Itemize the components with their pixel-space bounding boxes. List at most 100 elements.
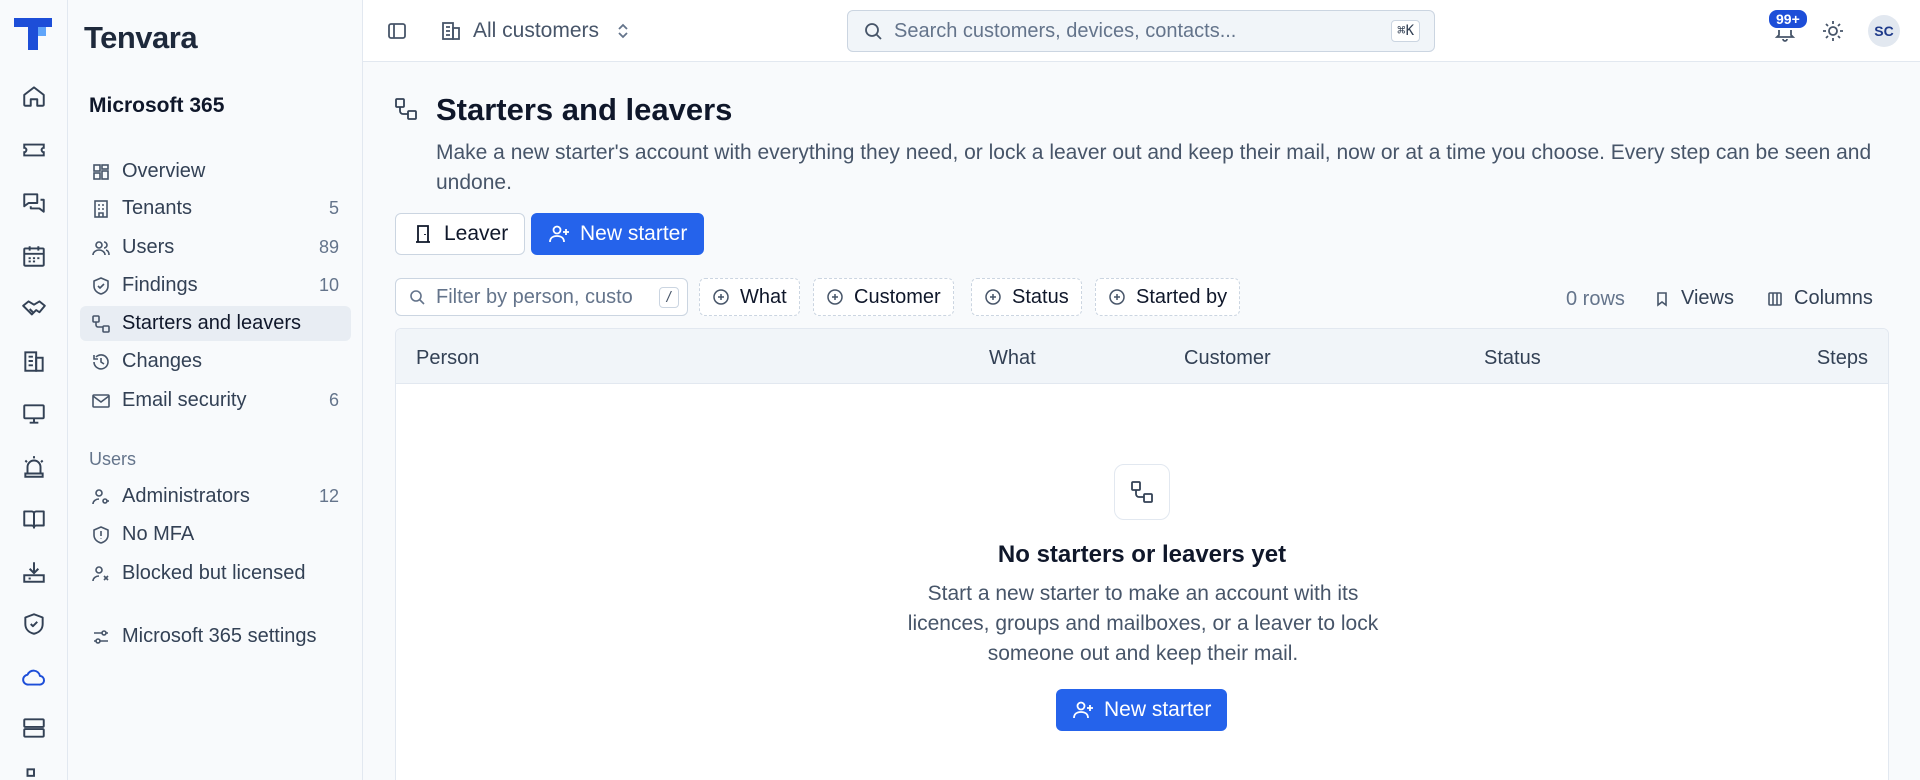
home-icon[interactable] — [18, 80, 50, 112]
sidebar-item-starters-and-leavers[interactable]: Starters and leavers — [80, 306, 351, 341]
building-icon — [90, 198, 112, 220]
search-placeholder: Search customers, devices, contacts... — [894, 19, 1237, 42]
ticket-icon[interactable] — [18, 134, 50, 166]
sidebar-title: Microsoft 365 — [89, 94, 225, 117]
filter-chip-status[interactable]: Status — [971, 278, 1082, 316]
columns-button[interactable]: Columns — [1766, 287, 1873, 310]
handshake-icon[interactable] — [18, 293, 50, 325]
row-count: 0 rows — [1566, 288, 1625, 310]
filter-chip-what[interactable]: What — [699, 278, 800, 316]
shield-check-icon — [90, 275, 112, 297]
grid-icon — [90, 161, 112, 183]
more-icon[interactable] — [18, 762, 50, 780]
shield-alert-icon — [90, 524, 112, 546]
filter-shortcut: / — [659, 286, 679, 308]
filter-chip-label: Started by — [1136, 285, 1228, 308]
route-icon — [1114, 464, 1170, 520]
sidebar-item-label: Email security — [122, 389, 247, 411]
user-avatar[interactable]: SC — [1868, 15, 1900, 47]
shield-check-icon[interactable] — [18, 608, 50, 640]
theme-toggle-icon[interactable] — [1821, 19, 1845, 43]
download-tray-icon[interactable] — [18, 556, 50, 588]
search-icon — [862, 20, 884, 42]
leaver-button[interactable]: Leaver — [395, 213, 526, 255]
sidebar-item-label: Users — [122, 236, 175, 258]
sidebar-group-label: Users — [89, 449, 137, 469]
views-label: Views — [1681, 287, 1734, 309]
sidebar-item-label: No MFA — [122, 523, 195, 545]
mail-icon — [90, 390, 112, 412]
page-description: Make a new starter's account with everyt… — [436, 141, 1872, 194]
filter-chip-label: Status — [1012, 285, 1069, 308]
empty-state-description: Start a new starter to make an account w… — [907, 582, 1379, 665]
empty-new-starter-button[interactable]: New starter — [1056, 689, 1228, 731]
filter-chip-label: What — [740, 285, 787, 308]
notifications-badge[interactable]: 99+ — [1767, 8, 1809, 30]
column-header-status[interactable]: Status — [1484, 347, 1541, 370]
columns-label: Columns — [1794, 287, 1873, 309]
sidebar-item-users[interactable]: Users 89 — [80, 230, 351, 265]
sidebar-item-settings[interactable]: Microsoft 365 settings — [80, 619, 351, 654]
book-icon[interactable] — [18, 503, 50, 535]
filter-chip-label: Customer — [854, 285, 941, 308]
customer-scope-selector[interactable]: All customers — [439, 14, 633, 48]
sidebar-item-blocked-but-licensed[interactable]: Blocked but licensed — [80, 556, 351, 591]
sidebar-item-count: 89 — [318, 237, 339, 257]
calendar-icon[interactable] — [18, 240, 50, 272]
sidebar-item-count: 5 — [328, 198, 339, 218]
filter-chip-customer[interactable]: Customer — [813, 278, 954, 316]
new-starter-button[interactable]: New starter — [531, 213, 705, 255]
filter-input[interactable]: Filter by person, custo / — [395, 278, 688, 316]
column-header-customer[interactable]: Customer — [1184, 347, 1271, 370]
new-starter-button-label: New starter — [580, 222, 688, 245]
table-header: Person What Customer Status Steps — [396, 329, 1888, 384]
user-plus-icon — [1073, 701, 1093, 719]
sidebar-item-label: Administrators — [122, 485, 250, 507]
user-key-icon — [90, 486, 112, 508]
views-button[interactable]: Views — [1653, 287, 1734, 310]
search-icon — [408, 288, 426, 306]
filter-chip-started-by[interactable]: Started by — [1095, 278, 1241, 316]
global-search-input[interactable]: Search customers, devices, contacts... ⌘… — [847, 10, 1435, 52]
cloud-icon[interactable] — [18, 661, 50, 693]
sidebar-item-label: Findings — [122, 274, 198, 296]
sidebar-item-overview[interactable]: Overview — [80, 154, 351, 189]
plus-circle-icon — [985, 289, 1001, 305]
filter-placeholder: Filter by person, custo — [436, 285, 633, 308]
alarm-icon[interactable] — [18, 451, 50, 483]
brand-name[interactable]: Tenvara — [84, 20, 198, 56]
sidebar-item-label: Starters and leavers — [122, 312, 301, 334]
sidebar-item-label: Blocked but licensed — [122, 562, 306, 584]
column-header-steps[interactable]: Steps — [1817, 347, 1868, 370]
building-icon — [439, 19, 463, 43]
column-header-person[interactable]: Person — [416, 347, 479, 370]
sidebar-toggle-icon[interactable] — [385, 19, 409, 43]
column-header-what[interactable]: What — [989, 347, 1036, 370]
empty-state-title: No starters or leavers yet — [997, 541, 1287, 568]
chat-icon[interactable] — [18, 187, 50, 219]
search-shortcut: ⌘K — [1391, 20, 1420, 42]
door-icon — [416, 225, 430, 243]
bookmark-icon — [1657, 291, 1667, 307]
building-icon[interactable] — [18, 345, 50, 377]
customer-scope-label: All customers — [473, 19, 600, 42]
sidebar-item-findings[interactable]: Findings 10 — [80, 268, 351, 303]
sidebar-item-no-mfa[interactable]: No MFA — [80, 517, 351, 552]
sidebar-item-count: 6 — [328, 390, 339, 410]
sidebar-item-label: Overview — [122, 160, 206, 182]
topbar: All customers Search customers, devices,… — [363, 0, 1920, 62]
tenvara-logo-icon[interactable] — [14, 16, 52, 52]
sidebar-item-tenants[interactable]: Tenants 5 — [80, 191, 351, 226]
plus-circle-icon — [713, 289, 729, 305]
sidebar-item-administrators[interactable]: Administrators 12 — [80, 479, 351, 514]
sidebar-item-label: Changes — [122, 350, 203, 372]
sidebar-item-email-security[interactable]: Email security 6 — [80, 383, 351, 418]
section-sidebar: Tenvara Microsoft 365 Overview Tenants 5… — [68, 0, 363, 780]
chevron-up-down-icon — [613, 21, 633, 41]
server-icon[interactable] — [18, 712, 50, 744]
sidebar-item-count: 10 — [318, 275, 339, 295]
user-x-icon — [90, 563, 112, 585]
sidebar-item-count: 12 — [318, 486, 339, 506]
sidebar-item-changes[interactable]: Changes — [80, 344, 351, 379]
monitor-icon[interactable] — [18, 398, 50, 430]
